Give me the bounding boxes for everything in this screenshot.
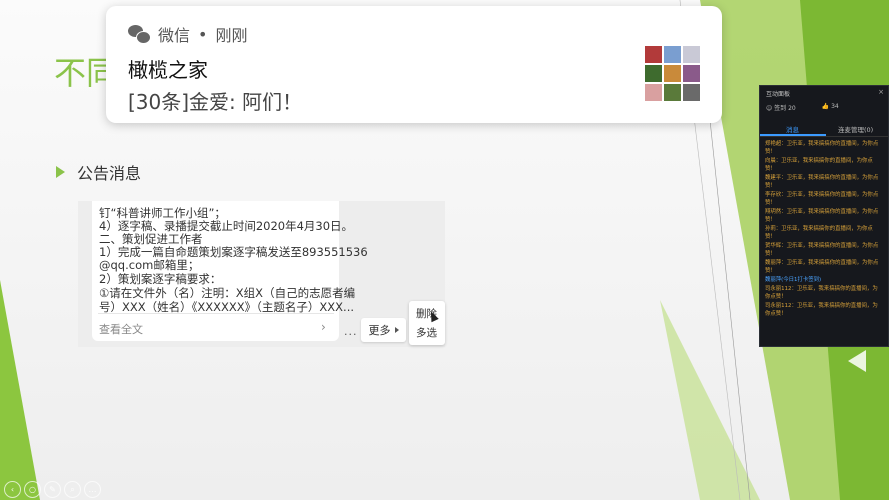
panel-stats: ☺ 签到 20 👍 34 <box>766 103 839 112</box>
chat-screenshot: 钉“科普讲师工作小组”； 4）逐字稿、录播提交截止时间2020年4月30日。 二… <box>78 201 445 347</box>
avatar-tile <box>664 65 681 82</box>
avatar-tile <box>664 46 681 63</box>
back-button[interactable] <box>848 350 866 372</box>
caret-right-icon <box>394 327 399 333</box>
pointer-icon[interactable]: ○ <box>24 481 41 498</box>
notification-separator: • <box>198 24 208 44</box>
panel-message: 魏丽萍(今日1打卡签到) <box>765 277 822 283</box>
panel-message: 李存欣：卫乐亚，我来搞搞你的直播间，为你点赞！ <box>765 192 879 206</box>
prev-slide-icon[interactable]: ‹ <box>4 481 21 498</box>
close-icon[interactable]: × <box>878 88 884 96</box>
bullet-item: 公告消息 <box>56 160 141 184</box>
avatar-tile <box>683 84 700 101</box>
notification-body: [30条]金爱: 阿们！ <box>128 90 303 114</box>
avatar-tile <box>664 84 681 101</box>
group-avatar <box>645 46 700 102</box>
more-button[interactable]: 更多 <box>361 318 406 342</box>
avatar-tile <box>645 65 662 82</box>
panel-tabs: 消息 连麦管理(0) <box>760 122 888 137</box>
slide-decoration-left <box>0 280 40 500</box>
wechat-notification[interactable]: 微信 • 刚刚 橄榄之家 [30条]金爱: 阿们！ <box>106 6 722 123</box>
more-label: 更多 <box>368 324 391 337</box>
message-bubble[interactable]: 钉“科普讲师工作小组”； 4）逐字稿、录播提交截止时间2020年4月30日。 二… <box>92 201 368 341</box>
like-count: 👍 34 <box>821 103 839 110</box>
panel-title: 互动面板 <box>766 91 791 98</box>
panel-message: 郑艳超：卫乐亚，我来搞搞你的直播间，为你点赞！ <box>765 141 879 155</box>
panel-message: 向晨：卫乐亚，我来搞搞你的直播间，为你点赞！ <box>765 158 873 172</box>
ellipsis-icon[interactable]: ... <box>344 325 358 338</box>
notification-time: 刚刚 <box>215 26 248 45</box>
divider <box>98 313 334 314</box>
panel-message: 魏建平：卫乐亚，我来搞搞你的直播间，为你点赞！ <box>765 175 879 189</box>
read-more-link[interactable]: 查看全文 <box>99 321 143 337</box>
panel-message: 司永丽112：卫乐亚，我来搞搞你的直播间，为你点赞！ <box>765 286 878 300</box>
message-list: 郑艳超：卫乐亚，我来搞搞你的直播间，为你点赞！ 向晨：卫乐亚，我来搞搞你的直播间，… <box>765 140 883 319</box>
notification-app-name: 微信 <box>158 26 191 45</box>
menu-item-multi-select[interactable]: 多选 <box>416 325 437 340</box>
bullet-text: 公告消息 <box>77 164 142 183</box>
context-menu: 删除 多选 <box>409 301 445 345</box>
wechat-icon <box>128 25 151 44</box>
interaction-panel: 互动面板 × ☺ 签到 20 👍 34 消息 连麦管理(0) 郑艳超：卫乐亚，我… <box>759 85 889 347</box>
tab-underline <box>760 134 826 136</box>
tab-mic-manage[interactable]: 连麦管理(0) <box>838 124 873 134</box>
avatar-tile <box>683 65 700 82</box>
panel-message: 司永丽112：卫乐亚，我来搞搞你的直播间，为你点赞！ <box>765 303 878 317</box>
avatar-tile <box>645 46 662 63</box>
avatar-tile <box>645 84 662 101</box>
avatar-tile <box>683 46 700 63</box>
slideshow-toolbar: ‹ ○ ✎ ⌕ … <box>4 481 101 498</box>
panel-message: 翔玥然：卫乐亚，我来搞搞你的直播间，为你点赞！ <box>765 209 879 223</box>
tab-messages[interactable]: 消息 <box>786 124 799 134</box>
bullet-arrow-icon <box>56 166 65 178</box>
more-options-icon[interactable]: … <box>84 481 101 498</box>
pen-icon[interactable]: ✎ <box>44 481 61 498</box>
signin-count: ☺ 签到 20 <box>766 105 796 112</box>
panel-message: 魏丽萍：卫乐亚，我来搞搞你的直播间，为你点赞！ <box>765 260 879 274</box>
notification-title: 橄榄之家 <box>128 58 208 82</box>
zoom-icon[interactable]: ⌕ <box>64 481 81 498</box>
panel-message: 贺华辉：卫乐亚，我来搞搞你的直播间，为你点赞！ <box>765 243 879 257</box>
chevron-right-icon: › <box>321 320 326 334</box>
panel-message: 孙莉：卫乐亚，我来搞搞你的直播间，为你点赞！ <box>765 226 873 240</box>
notification-header: 微信 • 刚刚 <box>128 22 247 46</box>
